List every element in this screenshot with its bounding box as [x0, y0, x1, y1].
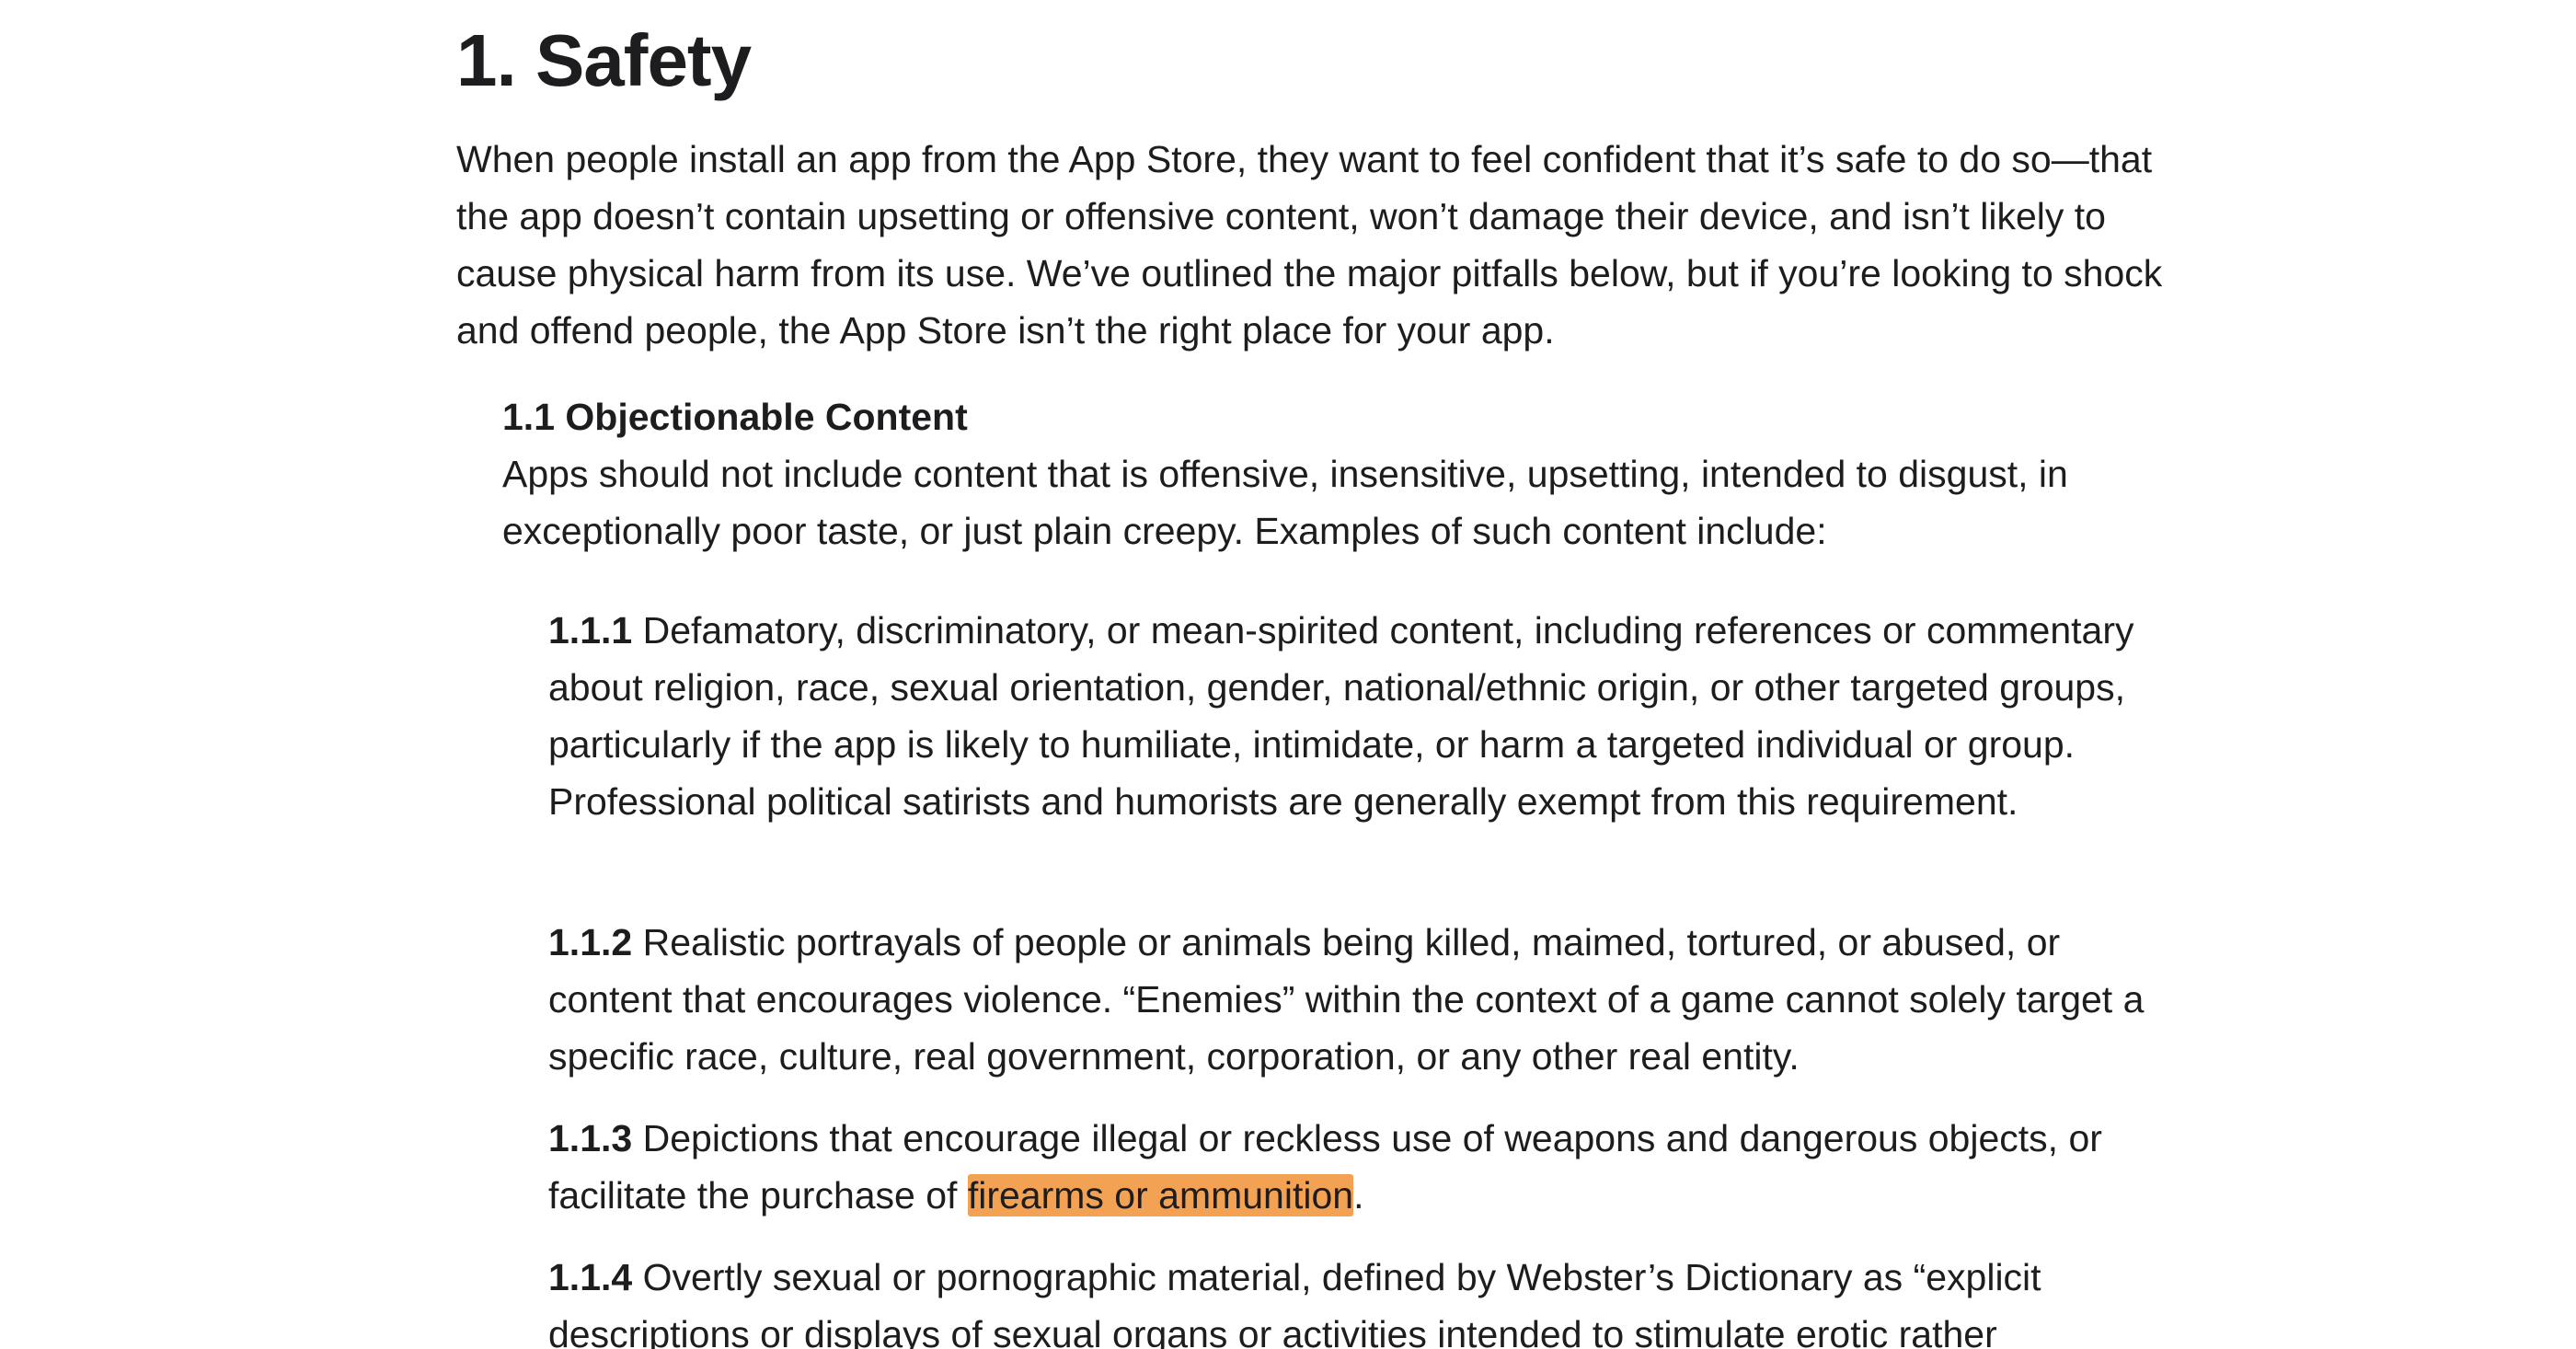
page-title: 1. Safety: [456, 19, 752, 101]
rule-number: 1.1.4: [548, 1256, 633, 1298]
rule-number: 1.1.2: [548, 921, 633, 963]
document-page: 1. Safety When people install an app fro…: [0, 0, 2576, 1349]
section-body: Apps should not include content that is …: [502, 453, 2068, 552]
rule-text: Overtly sexual or pornographic material,…: [548, 1256, 2041, 1349]
intro-paragraph: When people install an app from the App …: [456, 138, 2163, 352]
section-objectionable-content: 1.1 Objectionable Content Apps should no…: [502, 388, 2168, 559]
rule-1-1-3: 1.1.3 Depictions that encourage illegal …: [548, 1110, 2168, 1224]
highlighted-text[interactable]: firearms or ammunition: [967, 1174, 1354, 1216]
rule-number: 1.1.3: [548, 1117, 633, 1159]
rule-1-1-1: 1.1.1 Defamatory, discriminatory, or mea…: [548, 602, 2168, 830]
rule-1-1-2: 1.1.2 Realistic portrayals of people or …: [548, 914, 2168, 1085]
rule-1-1-4: 1.1.4 Overtly sexual or pornographic mat…: [548, 1249, 2168, 1349]
rule-text-end: .: [1353, 1174, 1364, 1216]
rule-number: 1.1.1: [548, 609, 633, 651]
rule-text: Defamatory, discriminatory, or mean-spir…: [548, 609, 2134, 823]
rule-text: Realistic portrayals of people or animal…: [548, 921, 2145, 1078]
section-title: 1.1 Objectionable Content: [502, 396, 968, 438]
